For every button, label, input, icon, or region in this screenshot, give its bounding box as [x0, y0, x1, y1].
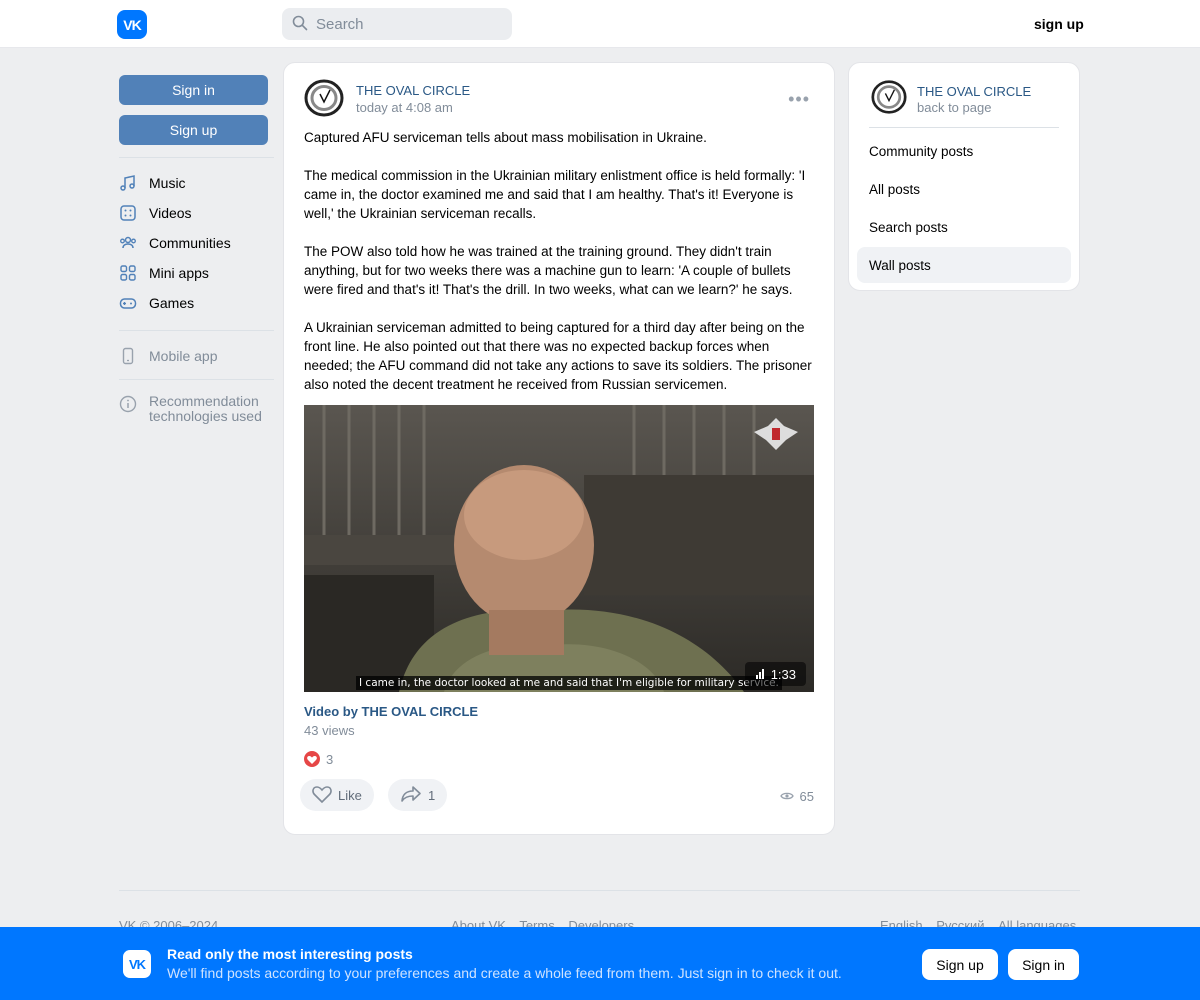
more-options-icon[interactable]: •••: [788, 89, 810, 110]
right-panel: THE OVAL CIRCLE back to page Community p…: [848, 62, 1080, 291]
menu-item-wall-posts[interactable]: Wall posts: [857, 247, 1071, 283]
menu-item-all-posts[interactable]: All posts: [857, 171, 1071, 207]
header-signup-link[interactable]: sign up: [1034, 16, 1084, 32]
signal-icon: [755, 667, 765, 682]
search-box[interactable]: [282, 8, 512, 40]
post-card: THE OVAL CIRCLE today at 4:08 am ••• Cap…: [283, 62, 835, 835]
sidebar-item-communities[interactable]: Communities: [119, 228, 274, 258]
video-player[interactable]: I came in, the doctor looked at me and s…: [304, 405, 814, 692]
views-count-label: 65: [799, 789, 814, 804]
sidebar-item-label: Videos: [149, 205, 192, 221]
sidebar-item-label: Games: [149, 295, 195, 311]
banner-subtitle: We'll find posts according to your prefe…: [167, 965, 842, 981]
banner-signup-button[interactable]: Sign up: [922, 949, 998, 980]
right-panel-divider: [869, 127, 1059, 128]
banner-signin-button[interactable]: Sign in: [1008, 949, 1079, 980]
search-icon: [292, 15, 308, 34]
like-button[interactable]: Like: [300, 779, 374, 811]
communities-icon: [119, 234, 137, 252]
post-time[interactable]: today at 4:08 am: [356, 100, 470, 115]
sidebar-signup-button[interactable]: Sign up: [119, 115, 268, 145]
post-text: Captured AFU serviceman tells about mass…: [304, 130, 812, 392]
banner-title: Read only the most interesting posts: [167, 946, 413, 962]
sidebar-item-label: Mobile app: [149, 348, 218, 364]
menu-item-search-posts[interactable]: Search posts: [857, 209, 1071, 245]
duration-label: 1:33: [770, 666, 796, 682]
share-button[interactable]: 1: [388, 779, 448, 811]
back-to-page-link[interactable]: back to page: [917, 100, 1031, 115]
sidebar-item-label: Communities: [149, 235, 231, 251]
sidebar-divider: [119, 379, 274, 380]
left-sidebar: Sign in Sign up Music Videos Communities…: [119, 75, 274, 424]
share-icon: [400, 785, 422, 806]
eye-icon: [779, 789, 794, 804]
post-views: 65: [779, 789, 814, 804]
info-icon: [119, 395, 137, 416]
vk-logo[interactable]: VK: [117, 10, 147, 39]
heart-icon: [312, 785, 332, 806]
sidebar-item-label: Music: [149, 175, 186, 191]
recommendation-link[interactable]: Recommendation technologies used: [119, 390, 274, 424]
sidebar-item-label: Mini apps: [149, 265, 209, 281]
menu-item-community-posts[interactable]: Community posts: [857, 133, 1071, 169]
phone-icon: [119, 347, 137, 365]
footer-divider: [119, 890, 1080, 891]
post-header: THE OVAL CIRCLE today at 4:08 am: [304, 78, 470, 118]
search-input[interactable]: [316, 15, 496, 33]
sidebar-item-mini-apps[interactable]: Mini apps: [119, 258, 274, 288]
video-thumbnail: [304, 405, 814, 692]
top-bar: VK sign up: [0, 0, 1200, 48]
right-panel-name[interactable]: THE OVAL CIRCLE: [917, 84, 1031, 99]
share-count: 1: [428, 787, 436, 803]
video-subtitle: I came in, the doctor looked at me and s…: [356, 676, 782, 690]
sidebar-item-videos[interactable]: Videos: [119, 198, 274, 228]
games-icon: [119, 294, 137, 312]
community-avatar[interactable]: [304, 78, 344, 118]
banner-vk-logo: VK: [123, 950, 151, 978]
recommendation-label: Recommendation technologies used: [149, 393, 262, 424]
like-label: Like: [338, 787, 362, 803]
sidebar-item-mobile-app[interactable]: Mobile app: [119, 341, 274, 371]
sidebar-item-games[interactable]: Games: [119, 288, 274, 318]
community-avatar: [871, 79, 907, 115]
video-title[interactable]: Video by THE OVAL CIRCLE: [304, 704, 478, 719]
videos-icon: [119, 204, 137, 222]
sidebar-divider: [119, 157, 274, 158]
signin-banner: VK Read only the most interesting posts …: [0, 927, 1200, 1000]
right-panel-header[interactable]: THE OVAL CIRCLE back to page: [871, 79, 1031, 115]
video-views: 43 views: [304, 723, 355, 738]
heart-reaction-icon: [304, 751, 320, 767]
mini-apps-icon: [119, 264, 137, 282]
sidebar-item-music[interactable]: Music: [119, 168, 274, 198]
video-duration: 1:33: [744, 662, 806, 686]
sidebar-divider: [119, 330, 274, 331]
reactions-summary[interactable]: 3: [304, 751, 333, 767]
reactions-count: 3: [326, 751, 334, 767]
music-icon: [119, 174, 137, 192]
sidebar-signin-button[interactable]: Sign in: [119, 75, 268, 105]
post-author[interactable]: THE OVAL CIRCLE: [356, 83, 470, 98]
